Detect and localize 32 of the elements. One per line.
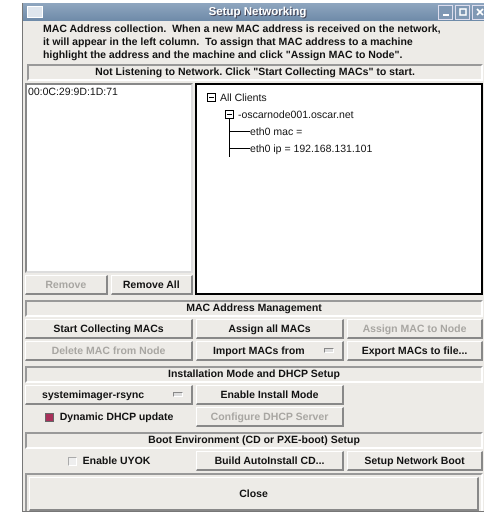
tree-item[interactable]: eth0 ip = 192.168.131.101: [250, 142, 372, 154]
status-bar: Not Listening to Network. Click "Start Collecting MACs" to start.: [27, 64, 483, 81]
section-header: Boot Environment (CD or PXE-boot) Setup: [25, 432, 483, 449]
mac-list-item[interactable]: 00:0C:29:9D:1D:71: [27, 85, 191, 99]
window-title: Setup Networking: [208, 6, 308, 18]
list-button[interactable]: Remove All: [110, 275, 193, 295]
action-button[interactable]: Enable Install Mode: [196, 385, 344, 405]
tree-item[interactable]: All Clients: [220, 92, 267, 104]
action-button[interactable]: Export MACs to file...: [347, 341, 483, 361]
tree-item[interactable]: eth0 mac =: [250, 126, 302, 138]
collapse-icon[interactable]: [207, 93, 216, 102]
dropdown-button[interactable]: Import MACs from: [196, 341, 344, 361]
checkbox-indicator-icon[interactable]: [68, 456, 77, 466]
tree-item[interactable]: -oscarnode001.oscar.net: [238, 108, 354, 120]
section-header: MAC Address Management: [25, 300, 483, 317]
collapse-icon[interactable]: [225, 110, 234, 119]
checkbox-indicator-icon[interactable]: [44, 412, 54, 422]
section-header: Installation Mode and DHCP Setup: [25, 366, 483, 383]
checkbox[interactable]: Dynamic DHCP update: [25, 407, 193, 427]
dropdown-button[interactable]: systemimager-rsync: [25, 385, 193, 405]
action-button[interactable]: Build AutoInstall CD...: [196, 451, 344, 471]
checkbox-label: Dynamic DHCP update: [60, 411, 174, 423]
checkbox-label: Enable UYOK: [82, 455, 150, 467]
minimize-icon[interactable]: [438, 4, 453, 20]
action-button[interactable]: Start Collecting MACs: [25, 319, 193, 339]
action-button[interactable]: Assign all MACs: [196, 319, 344, 339]
close-icon[interactable]: [472, 4, 484, 20]
checkbox[interactable]: Enable UYOK: [25, 451, 193, 471]
description-text: MAC Address collection. When a new MAC address is received on the network, it will appear in the left column. To assign that MAC address to a machine highlight the address and the machine and click "Assign MAC to Node".: [43, 23, 442, 62]
maximize-icon[interactable]: [455, 4, 470, 20]
close-button[interactable]: Close: [29, 477, 479, 511]
action-button[interactable]: Setup Network Boot: [347, 451, 483, 471]
